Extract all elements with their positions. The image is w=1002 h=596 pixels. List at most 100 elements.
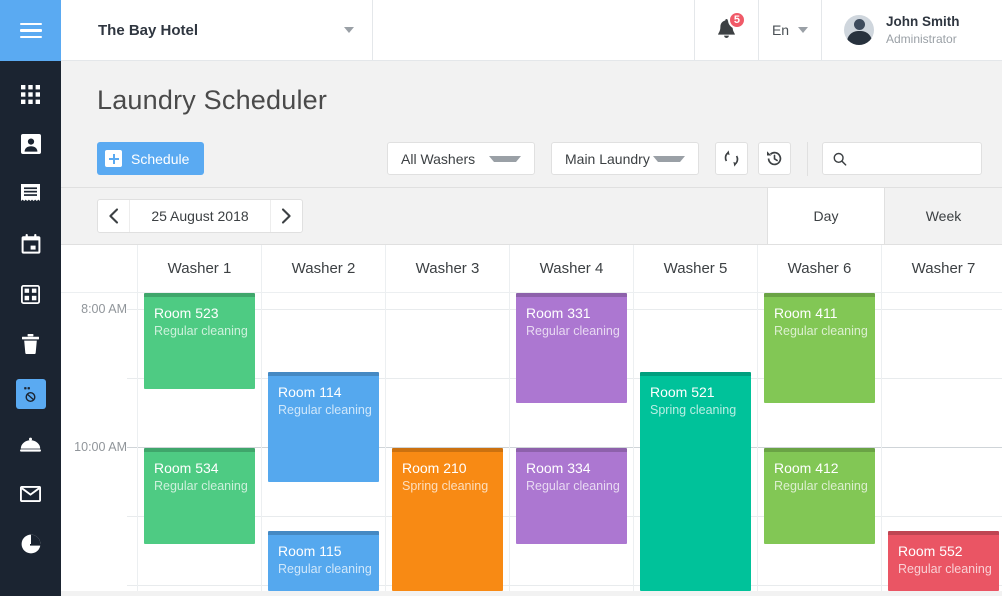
grid-line bbox=[758, 585, 881, 586]
sidebar-item-dashboard[interactable] bbox=[0, 269, 61, 319]
calendar-event[interactable]: Room 331Regular cleaning bbox=[516, 293, 627, 403]
tab-week[interactable]: Week bbox=[885, 188, 1002, 244]
sidebar-item-invoices[interactable] bbox=[0, 169, 61, 219]
hotel-selector[interactable]: The Bay Hotel bbox=[61, 0, 373, 60]
calendar-column-washer-6[interactable]: Room 411Regular cleaning Room 412Regular … bbox=[757, 293, 881, 591]
hotel-name-label: The Bay Hotel bbox=[98, 22, 344, 39]
previous-day-button[interactable] bbox=[98, 200, 130, 232]
refresh-button[interactable] bbox=[715, 142, 748, 175]
calendar-column-washer-7[interactable]: Room 552Regular cleaning bbox=[881, 293, 1002, 591]
chevron-down-icon bbox=[489, 156, 521, 162]
grid-line bbox=[882, 378, 1002, 379]
apps-grid-icon bbox=[16, 79, 46, 109]
time-gutter: 8:00 AM 10:00 AM bbox=[61, 293, 137, 591]
history-restore-icon bbox=[765, 149, 784, 168]
page-title: Laundry Scheduler bbox=[61, 61, 1002, 116]
column-header-washer-3: Washer 3 bbox=[385, 245, 509, 292]
event-subtitle: Spring cleaning bbox=[650, 402, 751, 419]
sidebar bbox=[0, 0, 61, 596]
sidebar-item-apps[interactable] bbox=[0, 69, 61, 119]
grid-tick bbox=[127, 378, 137, 379]
tab-day[interactable]: Day bbox=[768, 188, 885, 244]
event-title: Room 411 bbox=[774, 305, 875, 321]
calendar-event[interactable]: Room 210Spring cleaning bbox=[392, 448, 503, 591]
sidebar-toggle-button[interactable] bbox=[0, 0, 61, 61]
laundry-filter-value: Main Laundry bbox=[565, 151, 650, 167]
washer-filter-select[interactable]: All Washers bbox=[387, 142, 535, 175]
grid-line bbox=[138, 585, 261, 586]
user-name-label: John Smith bbox=[886, 13, 960, 31]
event-title: Room 523 bbox=[154, 305, 255, 321]
sidebar-item-calendar[interactable] bbox=[0, 219, 61, 269]
calendar-event[interactable]: Room 521Spring cleaning bbox=[640, 372, 751, 591]
calendar-event[interactable]: Room 412Regular cleaning bbox=[764, 448, 875, 544]
calendar-event[interactable]: Room 534 Regular cleaning bbox=[144, 448, 255, 544]
calendar-column-washer-1[interactable]: Room 523 Regular cleaning Room 534 Regular … bbox=[137, 293, 261, 591]
calendar: Washer 1Washer 2Washer 3Washer 4Washer 5… bbox=[61, 245, 1002, 591]
calendar-body: 8:00 AM 10:00 AM Room 523 Regular cleaning… bbox=[61, 293, 1002, 591]
grid-line bbox=[634, 309, 757, 310]
event-subtitle: Regular cleaning bbox=[154, 323, 255, 340]
search-input[interactable] bbox=[855, 151, 972, 166]
dashboard-layout-icon bbox=[16, 279, 46, 309]
calendar-event[interactable]: Room 114Regular cleaning bbox=[268, 372, 379, 482]
date-navigator: 25 August 2018 bbox=[97, 199, 303, 233]
washing-machine-icon bbox=[16, 379, 46, 409]
calendar-event[interactable]: Room 552Regular cleaning bbox=[888, 531, 999, 591]
next-day-button[interactable] bbox=[270, 200, 302, 232]
sync-refresh-icon bbox=[722, 149, 741, 168]
trash-icon bbox=[16, 329, 46, 359]
column-header-washer-6: Washer 6 bbox=[757, 245, 881, 292]
calendar-event[interactable]: Room 523 Regular cleaning bbox=[144, 293, 255, 389]
event-title: Room 534 bbox=[154, 460, 255, 476]
header-spacer bbox=[373, 0, 695, 60]
time-gutter-header bbox=[61, 245, 137, 292]
user-menu[interactable]: John Smith Administrator bbox=[822, 0, 1002, 60]
hour-label: 10:00 AM bbox=[74, 440, 127, 454]
schedule-button[interactable]: Schedule bbox=[97, 142, 204, 175]
schedule-button-label: Schedule bbox=[131, 151, 189, 167]
event-title: Room 210 bbox=[402, 460, 503, 476]
sidebar-item-contacts[interactable] bbox=[0, 119, 61, 169]
event-title: Room 331 bbox=[526, 305, 627, 321]
grid-tick bbox=[127, 516, 137, 517]
language-selector[interactable]: En bbox=[759, 0, 822, 60]
chevron-down-icon bbox=[798, 27, 808, 33]
sidebar-item-reports[interactable] bbox=[0, 519, 61, 569]
column-header-washer-1: Washer 1 bbox=[137, 245, 261, 292]
hour-label: 8:00 AM bbox=[81, 302, 127, 316]
calendar-event[interactable]: Room 115Regular cleaning bbox=[268, 531, 379, 591]
date-nav-wrap: 25 August 2018 bbox=[61, 188, 768, 244]
calendar-column-washer-4[interactable]: Room 331Regular cleaning Room 334Regular … bbox=[509, 293, 633, 591]
sidebar-item-room-service[interactable] bbox=[0, 419, 61, 469]
grid-line bbox=[882, 447, 1002, 448]
grid-line bbox=[386, 378, 509, 379]
sidebar-item-trash[interactable] bbox=[0, 319, 61, 369]
event-subtitle: Regular cleaning bbox=[154, 478, 255, 495]
calendar-column-washer-5[interactable]: Room 521Spring cleaning bbox=[633, 293, 757, 591]
calendar-header-row: Washer 1Washer 2Washer 3Washer 4Washer 5… bbox=[61, 245, 1002, 293]
sidebar-item-mail[interactable] bbox=[0, 469, 61, 519]
avatar bbox=[844, 15, 874, 45]
grid-tick bbox=[127, 447, 137, 448]
search-icon bbox=[833, 151, 847, 167]
calendar-column-washer-3[interactable]: Room 210Spring cleaning bbox=[385, 293, 509, 591]
page-body: Laundry Scheduler Schedule All Washers M… bbox=[61, 61, 1002, 596]
search-box[interactable] bbox=[822, 142, 982, 175]
calendar-grid: 8:00 AM 10:00 AM Room 523 Regular cleaning… bbox=[61, 293, 1002, 591]
notifications-button[interactable]: 5 bbox=[695, 0, 759, 60]
current-date-label[interactable]: 25 August 2018 bbox=[130, 200, 270, 232]
pie-chart-icon bbox=[16, 529, 46, 559]
calendar-column-washer-2[interactable]: Room 114Regular cleaning Room 115Regular … bbox=[261, 293, 385, 591]
history-button[interactable] bbox=[758, 142, 791, 175]
chevron-right-icon bbox=[281, 208, 292, 224]
calendar-event[interactable]: Room 411Regular cleaning bbox=[764, 293, 875, 403]
room-service-dome-icon bbox=[16, 429, 46, 459]
calendar-event[interactable]: Room 334Regular cleaning bbox=[516, 448, 627, 544]
plus-icon bbox=[105, 150, 122, 167]
sidebar-item-laundry[interactable] bbox=[0, 369, 61, 419]
grid-line bbox=[882, 309, 1002, 310]
laundry-filter-select[interactable]: Main Laundry bbox=[551, 142, 699, 175]
grid-line bbox=[262, 309, 385, 310]
grid-line bbox=[882, 516, 1002, 517]
